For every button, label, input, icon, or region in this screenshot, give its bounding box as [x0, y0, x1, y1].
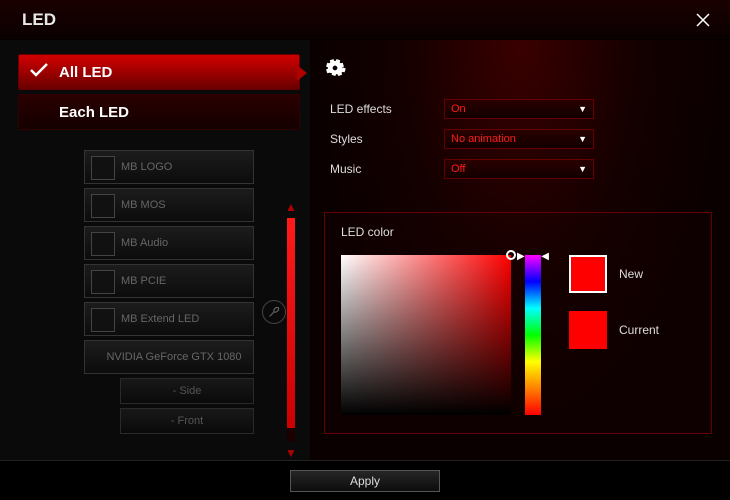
styles-value: No animation: [451, 133, 516, 145]
device-label: MB PCIE: [121, 275, 166, 287]
tab-all-led[interactable]: All LED: [18, 54, 300, 90]
hue-slider[interactable]: [525, 255, 541, 415]
device-list: MB LOGO MB MOS MB Audio MB PCIE MB Exten…: [84, 150, 254, 434]
scroll-thumb[interactable]: [287, 218, 295, 428]
hue-column: ▶ ◀: [525, 255, 541, 415]
chevron-down-icon: ▼: [578, 134, 587, 144]
right-panel: LED effects On ▼ Styles No animation ▼ M…: [310, 40, 730, 460]
device-mb-audio[interactable]: MB Audio: [84, 226, 254, 260]
row-led-effects: LED effects On ▼: [324, 96, 712, 122]
swatch-new: [569, 255, 607, 293]
device-icon: [91, 308, 115, 332]
chevron-down-icon: ▼: [578, 104, 587, 114]
led-color-title: LED color: [341, 225, 695, 239]
scroll-up-icon[interactable]: ▲: [285, 200, 297, 214]
sub-device-label: - Side: [173, 385, 202, 397]
device-scrollbar[interactable]: ▲ ▼: [284, 200, 298, 460]
sv-cursor-icon: [506, 250, 516, 260]
device-icon: [91, 194, 115, 218]
device-icon: [91, 232, 115, 256]
swatch-current: [569, 311, 607, 349]
led-color-panel: LED color ▶ ◀ New: [324, 212, 712, 434]
tab-arrow-icon: [297, 65, 307, 81]
hue-pointer-right-icon: ◀: [541, 251, 549, 262]
music-label: Music: [324, 162, 444, 176]
body: All LED Each LED MB LOGO MB MOS MB Audio…: [0, 40, 730, 460]
close-button[interactable]: [688, 5, 718, 35]
device-gpu[interactable]: NVIDIA GeForce GTX 1080: [84, 340, 254, 374]
device-icon: [91, 270, 115, 294]
settings-wrench-button[interactable]: [262, 300, 286, 324]
styles-dropdown[interactable]: No animation ▼: [444, 129, 594, 149]
swatch-new-label: New: [619, 267, 643, 281]
device-label: MB Audio: [121, 237, 168, 249]
device-mb-pcie[interactable]: MB PCIE: [84, 264, 254, 298]
swatch-current-label: Current: [619, 323, 659, 337]
apply-button[interactable]: Apply: [290, 470, 440, 492]
music-value: Off: [451, 163, 465, 175]
left-panel: All LED Each LED MB LOGO MB MOS MB Audio…: [0, 40, 310, 460]
swatch-column: New Current: [569, 255, 659, 349]
tab-each-label: Each LED: [59, 104, 129, 121]
swatch-new-row: New: [569, 255, 659, 293]
sub-device-front[interactable]: - Front: [120, 408, 254, 434]
footer: Apply: [0, 460, 730, 500]
scroll-down-icon[interactable]: ▼: [285, 446, 297, 460]
saturation-value-picker[interactable]: [341, 255, 511, 415]
styles-label: Styles: [324, 132, 444, 146]
close-icon: [695, 12, 711, 28]
device-label: MB Extend LED: [121, 313, 199, 325]
swatch-current-row: Current: [569, 311, 659, 349]
led-effects-dropdown[interactable]: On ▼: [444, 99, 594, 119]
device-label: MB LOGO: [121, 161, 172, 173]
led-effects-value: On: [451, 103, 466, 115]
led-effects-label: LED effects: [324, 102, 444, 116]
chevron-down-icon: ▼: [578, 164, 587, 174]
sub-device-side[interactable]: - Side: [120, 378, 254, 404]
settings-header: [324, 54, 712, 88]
hue-pointer-left-icon: ▶: [517, 251, 525, 262]
check-icon: [29, 62, 49, 82]
tab-all-label: All LED: [59, 64, 112, 81]
gear-icon: [324, 57, 346, 85]
color-picker-body: ▶ ◀ New Current: [341, 255, 695, 415]
window-title: LED: [22, 10, 56, 30]
device-label: NVIDIA GeForce GTX 1080: [106, 351, 241, 363]
device-mb-mos[interactable]: MB MOS: [84, 188, 254, 222]
music-dropdown[interactable]: Off ▼: [444, 159, 594, 179]
scroll-track[interactable]: [287, 218, 295, 442]
wrench-icon: [267, 305, 281, 319]
apply-label: Apply: [350, 474, 380, 488]
titlebar: LED: [0, 0, 730, 40]
device-mb-extend[interactable]: MB Extend LED: [84, 302, 254, 336]
led-window: LED All LED Each LED MB LOGO MB MOS MB A…: [0, 0, 730, 500]
device-icon: [91, 156, 115, 180]
row-music: Music Off ▼: [324, 156, 712, 182]
tab-each-led[interactable]: Each LED: [18, 94, 300, 130]
row-styles: Styles No animation ▼: [324, 126, 712, 152]
sub-device-label: - Front: [171, 415, 203, 427]
device-mb-logo[interactable]: MB LOGO: [84, 150, 254, 184]
device-label: MB MOS: [121, 199, 166, 211]
